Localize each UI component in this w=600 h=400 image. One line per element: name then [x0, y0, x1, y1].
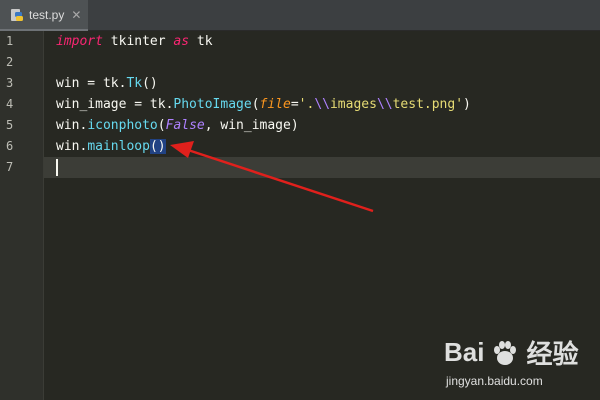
code-token: ( — [251, 97, 260, 112]
code-token: win_image = tk. — [56, 97, 174, 112]
paw-icon — [494, 340, 517, 365]
code-line[interactable]: win.iconphoto(False, win_image) — [56, 115, 299, 136]
tab-test-py[interactable]: test.py ✕ — [0, 0, 88, 31]
text-cursor — [56, 159, 58, 176]
code-token: \\ — [314, 97, 330, 112]
code-token: iconphoto — [87, 118, 158, 133]
code-token: mainloop — [87, 139, 150, 154]
line-number: 4 — [6, 97, 14, 111]
code-token: Tk — [126, 76, 143, 91]
code-token: win. — [56, 139, 88, 154]
line-number-gutter: 1 2 3 4 5 6 7 — [0, 31, 44, 400]
editor-tab-bar: test.py ✕ — [0, 0, 600, 31]
code-line[interactable]: import tkinter as tk — [56, 31, 213, 52]
code-token: ( — [157, 118, 166, 133]
code-token: () — [142, 76, 158, 91]
line-number: 6 — [6, 139, 14, 153]
code-token: win. — [56, 118, 88, 133]
python-file-icon — [11, 8, 23, 21]
code-token: test.png' — [392, 97, 464, 112]
code-token: \\ — [376, 97, 393, 112]
code-token: '. — [298, 97, 315, 112]
baidu-logo: Bai 经验 — [444, 337, 579, 369]
code-line[interactable]: win_image = tk.PhotoImage(file='.\\image… — [56, 94, 471, 115]
code-token: tk — [189, 34, 213, 49]
line-number: 5 — [6, 118, 14, 132]
baidu-watermark: Bai 经验 jingyan.baidu.com — [432, 330, 582, 392]
code-token: tkinter — [102, 34, 174, 49]
line-number: 2 — [6, 55, 14, 69]
code-token: PhotoImage — [173, 97, 252, 112]
code-token: win = tk. — [56, 76, 127, 91]
code-token: file — [259, 97, 291, 112]
selected-text: () — [149, 139, 166, 154]
code-token: import — [56, 34, 103, 49]
watermark-url: jingyan.baidu.com — [446, 374, 543, 388]
code-token: False — [165, 118, 205, 133]
line-number: 7 — [6, 160, 14, 174]
line-number: 3 — [6, 76, 14, 90]
close-icon[interactable]: ✕ — [71, 8, 81, 22]
code-token: = — [290, 97, 299, 112]
code-token: , win_image) — [204, 118, 299, 133]
code-line[interactable]: win.mainloop() — [56, 136, 166, 157]
code-token: as — [173, 34, 190, 49]
code-token: ) — [463, 97, 471, 112]
line-number: 1 — [6, 34, 14, 48]
tab-label: test.py — [29, 7, 65, 22]
current-line-highlight — [44, 157, 600, 178]
code-token: images — [329, 97, 377, 112]
code-line[interactable]: win = tk.Tk() — [56, 73, 158, 94]
